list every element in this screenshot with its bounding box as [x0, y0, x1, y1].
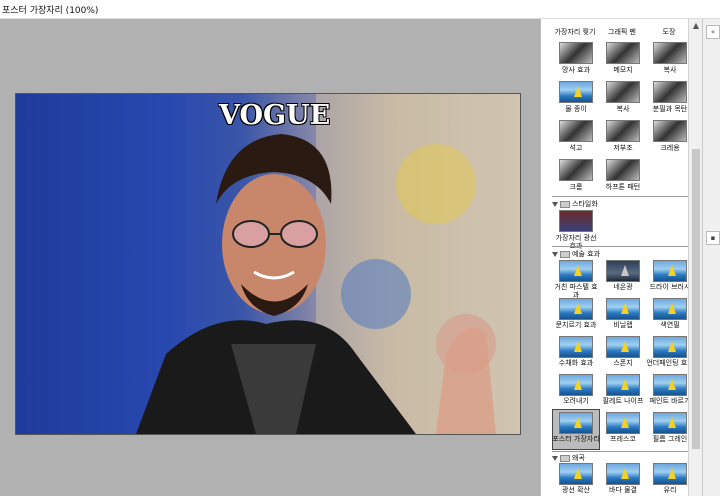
- filter-label[interactable]: 유리: [646, 486, 694, 494]
- category-divider: [552, 246, 688, 247]
- filter-label[interactable]: 크레용: [646, 144, 694, 152]
- preview-image: VOGUE: [15, 93, 521, 435]
- title-bar: 포스터 가장자리 (100%): [0, 0, 720, 19]
- filter-thumbnail[interactable]: [653, 374, 687, 396]
- category-distort[interactable]: 왜곡: [552, 453, 688, 463]
- filter-label[interactable]: 석고: [552, 144, 600, 152]
- filter-thumbnail[interactable]: [559, 81, 593, 103]
- portrait-illustration: [136, 94, 520, 434]
- folder-icon: [560, 200, 570, 208]
- filter-label[interactable]: 바다 물결: [599, 486, 647, 494]
- filter-thumbnail[interactable]: [653, 298, 687, 320]
- filter-label[interactable]: 색연필: [646, 321, 694, 329]
- filter-label[interactable]: 그래픽 펜: [598, 28, 646, 36]
- filter-thumbnail[interactable]: [606, 120, 640, 142]
- filter-thumbnail[interactable]: [653, 412, 687, 434]
- category-label: 스타일화: [572, 200, 598, 208]
- filter-thumbnail[interactable]: [559, 298, 593, 320]
- filter-thumbnail[interactable]: [653, 120, 687, 142]
- filter-thumbnail[interactable]: [606, 374, 640, 396]
- filter-label[interactable]: 오려내기: [552, 397, 600, 405]
- category-divider: [552, 451, 688, 452]
- filter-thumbnail[interactable]: [559, 260, 593, 282]
- folder-icon: [560, 250, 570, 258]
- expand-triangle-icon: [552, 455, 558, 461]
- filter-thumbnail[interactable]: [606, 81, 640, 103]
- filter-label[interactable]: 분필과 목탄: [646, 105, 694, 113]
- filter-label[interactable]: 네온광: [599, 283, 647, 291]
- expand-triangle-icon: [552, 251, 558, 257]
- filter-thumbnail[interactable]: [606, 159, 640, 181]
- filter-label[interactable]: 하프톤 패턴: [599, 183, 647, 191]
- filter-label[interactable]: 언더페인팅 효과: [646, 359, 694, 367]
- filter-label[interactable]: 팔레트 나이프: [599, 397, 647, 405]
- filter-label[interactable]: 복사: [599, 105, 647, 113]
- filter-label[interactable]: 비닐랩: [599, 321, 647, 329]
- filter-thumbnail[interactable]: [606, 42, 640, 64]
- category-artistic[interactable]: 예술 효과: [552, 249, 688, 259]
- filter-thumbnail[interactable]: [653, 336, 687, 358]
- filter-label[interactable]: 물 종이: [552, 105, 600, 113]
- filter-thumbnail[interactable]: [559, 159, 593, 181]
- filter-thumbnail[interactable]: [606, 298, 640, 320]
- filter-thumbnail[interactable]: [653, 81, 687, 103]
- filter-list-scrollbar[interactable]: ▲: [688, 19, 703, 496]
- filter-label[interactable]: 가장자리 광선 효과: [552, 234, 600, 250]
- filter-label[interactable]: 광선 확산: [552, 486, 600, 494]
- filter-thumbnail[interactable]: [653, 42, 687, 64]
- filter-label[interactable]: 도장: [645, 28, 693, 36]
- filter-thumbnail[interactable]: [653, 463, 687, 485]
- scroll-thumb[interactable]: [692, 149, 700, 449]
- filter-thumbnail[interactable]: [606, 336, 640, 358]
- filter-thumbnail[interactable]: [606, 463, 640, 485]
- right-side-strip: « ▪: [702, 19, 720, 496]
- scroll-up-icon[interactable]: ▲: [689, 19, 703, 33]
- filter-label[interactable]: 문지르기 효과: [552, 321, 600, 329]
- filter-thumbnail[interactable]: [559, 210, 593, 232]
- category-divider: [552, 196, 688, 197]
- filter-thumbnail[interactable]: [653, 260, 687, 282]
- filter-label[interactable]: 크롬: [552, 183, 600, 191]
- folder-icon: [560, 454, 570, 462]
- filter-label[interactable]: 필름 그레인: [646, 435, 694, 443]
- filter-label[interactable]: 망사 효과: [552, 66, 600, 74]
- category-label: 예술 효과: [572, 250, 600, 258]
- filter-thumbnail[interactable]: [559, 374, 593, 396]
- filter-thumbnail[interactable]: [559, 42, 593, 64]
- filter-label[interactable]: 페인트 바르기: [646, 397, 694, 405]
- filter-label[interactable]: 저부조: [599, 144, 647, 152]
- filter-label[interactable]: 프레스코: [599, 435, 647, 443]
- preview-canvas[interactable]: VOGUE: [0, 19, 540, 496]
- filter-label[interactable]: 수채화 효과: [552, 359, 600, 367]
- expand-triangle-icon: [552, 201, 558, 207]
- new-layer-icon[interactable]: ▪: [706, 231, 720, 245]
- filter-label[interactable]: 드라이 브러시: [646, 283, 694, 291]
- filter-thumbnail[interactable]: [606, 412, 640, 434]
- category-stylize[interactable]: 스타일화: [552, 199, 688, 209]
- filter-label[interactable]: 메모지: [599, 66, 647, 74]
- window-title: 포스터 가장자리 (100%): [2, 6, 99, 16]
- filter-thumbnail[interactable]: [559, 336, 593, 358]
- filter-thumbnail[interactable]: [606, 260, 640, 282]
- filter-label-selected[interactable]: 포스터 가장자리: [552, 435, 600, 443]
- filter-thumbnail-selected[interactable]: [559, 412, 593, 434]
- filter-thumbnail[interactable]: [559, 463, 593, 485]
- filter-label[interactable]: 거친 파스텔 효과: [552, 283, 600, 299]
- filter-thumbnail[interactable]: [559, 120, 593, 142]
- collapse-icon[interactable]: «: [706, 25, 720, 39]
- filter-label[interactable]: 스폰지: [599, 359, 647, 367]
- category-label: 왜곡: [572, 454, 585, 462]
- filter-label[interactable]: 가장자리 찢기: [551, 28, 599, 36]
- filter-label[interactable]: 복사: [646, 66, 694, 74]
- vogue-logo: VOGUE: [219, 100, 331, 131]
